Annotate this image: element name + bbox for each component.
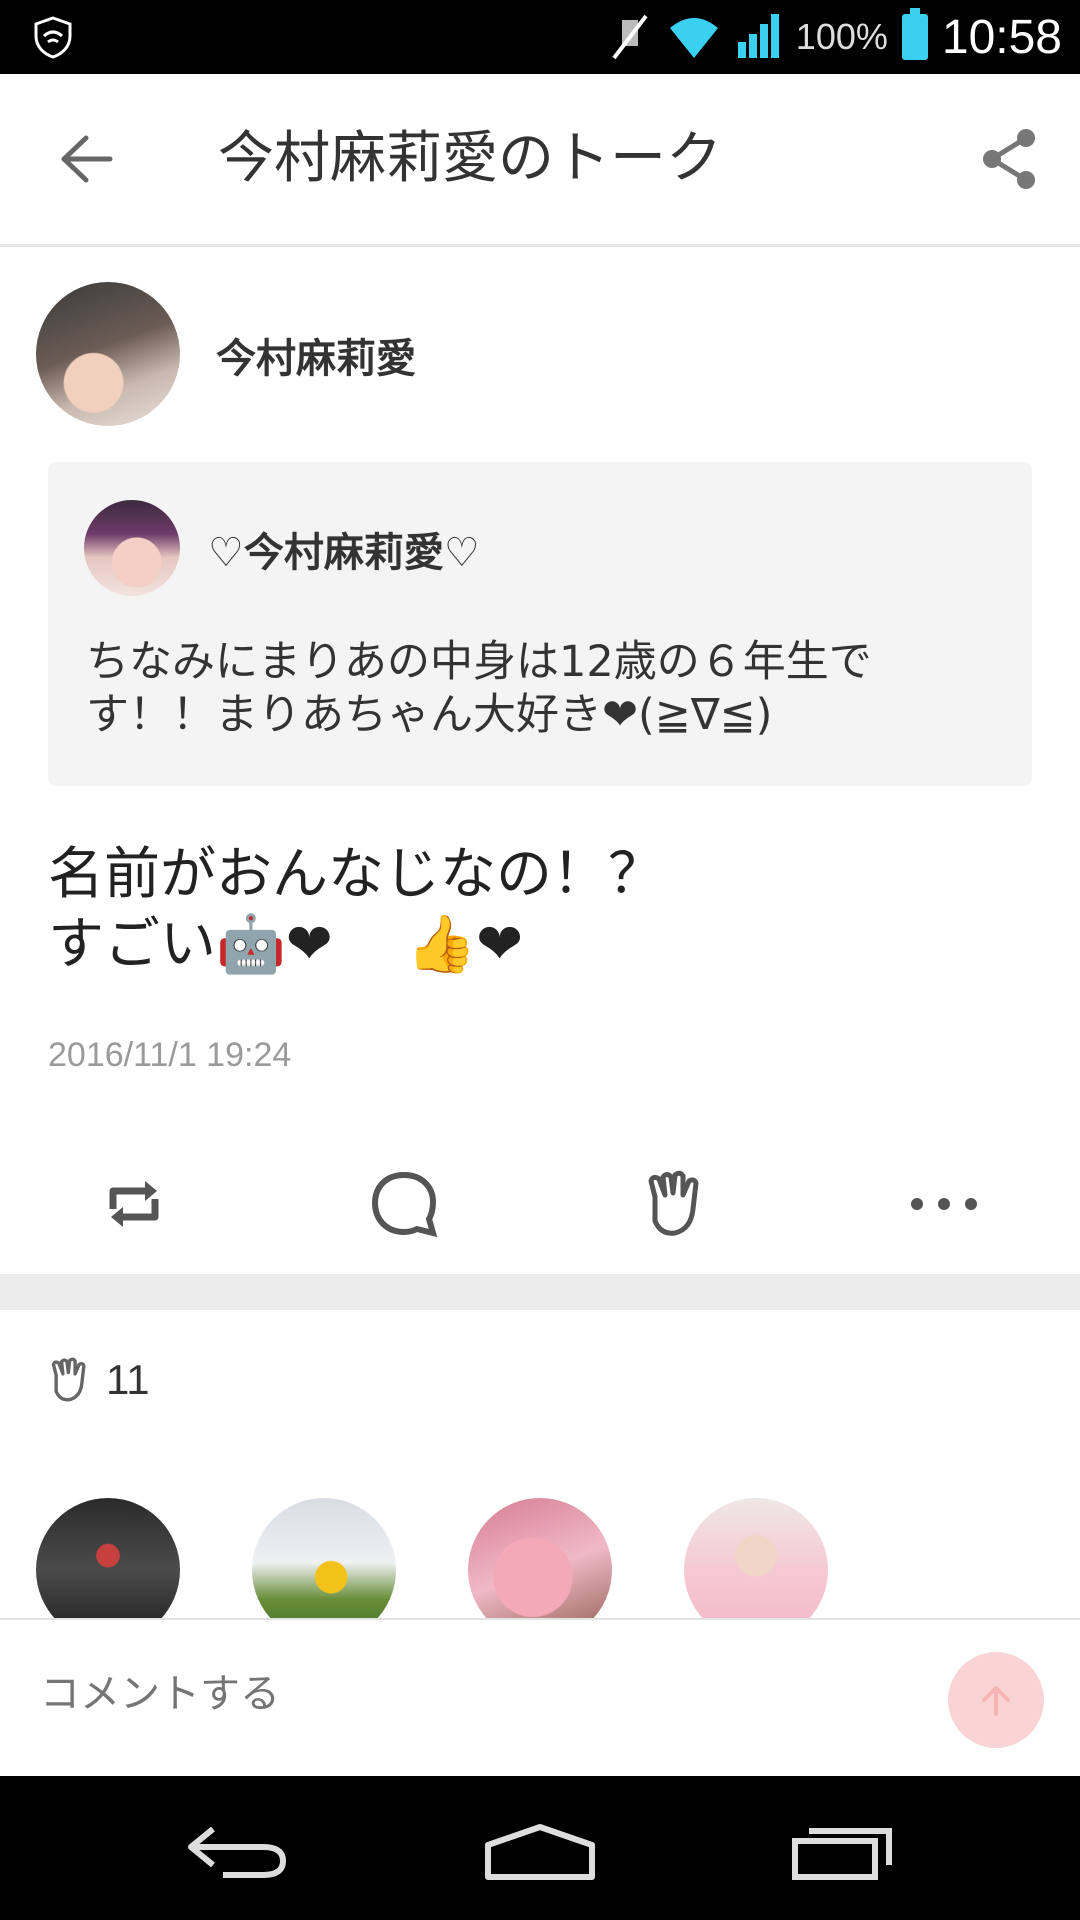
liker-avatar[interactable]	[252, 1498, 396, 1618]
share-icon[interactable]	[974, 124, 1044, 194]
app-header: 今村麻莉愛のトーク	[0, 74, 1080, 247]
liker-avatar[interactable]	[36, 1498, 180, 1618]
liker-avatar[interactable]	[468, 1498, 612, 1618]
comment-icon	[371, 1171, 438, 1238]
clock: 10:58	[941, 10, 1062, 64]
system-nav-bar	[0, 1776, 1080, 1920]
nav-back-icon	[188, 1826, 287, 1878]
post-actions	[0, 1140, 1080, 1260]
shield-icon	[34, 16, 72, 59]
clap-icon	[51, 1357, 86, 1402]
battery-percent: 100%	[795, 16, 888, 57]
send-button[interactable]	[948, 1652, 1044, 1748]
section-divider	[0, 1274, 1080, 1310]
status-bar: 100% 10:58	[0, 0, 1080, 74]
more-icon	[911, 1198, 977, 1210]
clap-count-value: 11	[106, 1356, 150, 1403]
liker-avatar[interactable]	[684, 1498, 828, 1618]
comment-bar	[0, 1618, 1080, 1778]
quoted-post-text: ちなみにまりあの中身は12歳の６年生です！！まりあちゃん大好き❤(≧∇≦)	[86, 637, 872, 740]
more-button[interactable]	[904, 1164, 984, 1244]
author-name[interactable]: 今村麻莉愛	[216, 326, 416, 384]
comment-input[interactable]	[38, 1670, 642, 1718]
nav-home-button[interactable]	[480, 1816, 600, 1886]
repost-button[interactable]	[94, 1164, 174, 1244]
quoted-author-avatar[interactable]	[84, 500, 180, 596]
arrow-up-icon	[982, 1686, 1010, 1716]
nav-recent-button[interactable]	[782, 1816, 902, 1886]
quoted-author-name[interactable]: ♡今村麻莉愛♡	[208, 520, 480, 578]
arrow-left-icon[interactable]	[52, 124, 122, 194]
home-icon	[485, 1824, 595, 1880]
wifi-icon	[669, 18, 718, 58]
recent-apps-icon	[792, 1828, 892, 1880]
comment-button[interactable]	[364, 1164, 444, 1244]
likers-list	[0, 1496, 1080, 1618]
battery-icon	[901, 8, 928, 60]
signal-icon	[737, 14, 779, 58]
author-avatar[interactable]	[36, 282, 180, 426]
clap-button[interactable]	[634, 1164, 714, 1244]
clap-icon	[648, 1170, 699, 1236]
repost-icon	[109, 1181, 159, 1227]
page-title: 今村麻莉愛のトーク	[218, 126, 722, 191]
clap-count[interactable]: 11	[44, 1352, 150, 1408]
mute-icon	[612, 14, 648, 60]
post-body: 名前がおんなじなの！？ すごい🤖❤ 👍❤	[48, 842, 664, 977]
nav-back-button[interactable]	[178, 1816, 298, 1886]
post-timestamp: 2016/11/1 19:24	[48, 1036, 292, 1074]
